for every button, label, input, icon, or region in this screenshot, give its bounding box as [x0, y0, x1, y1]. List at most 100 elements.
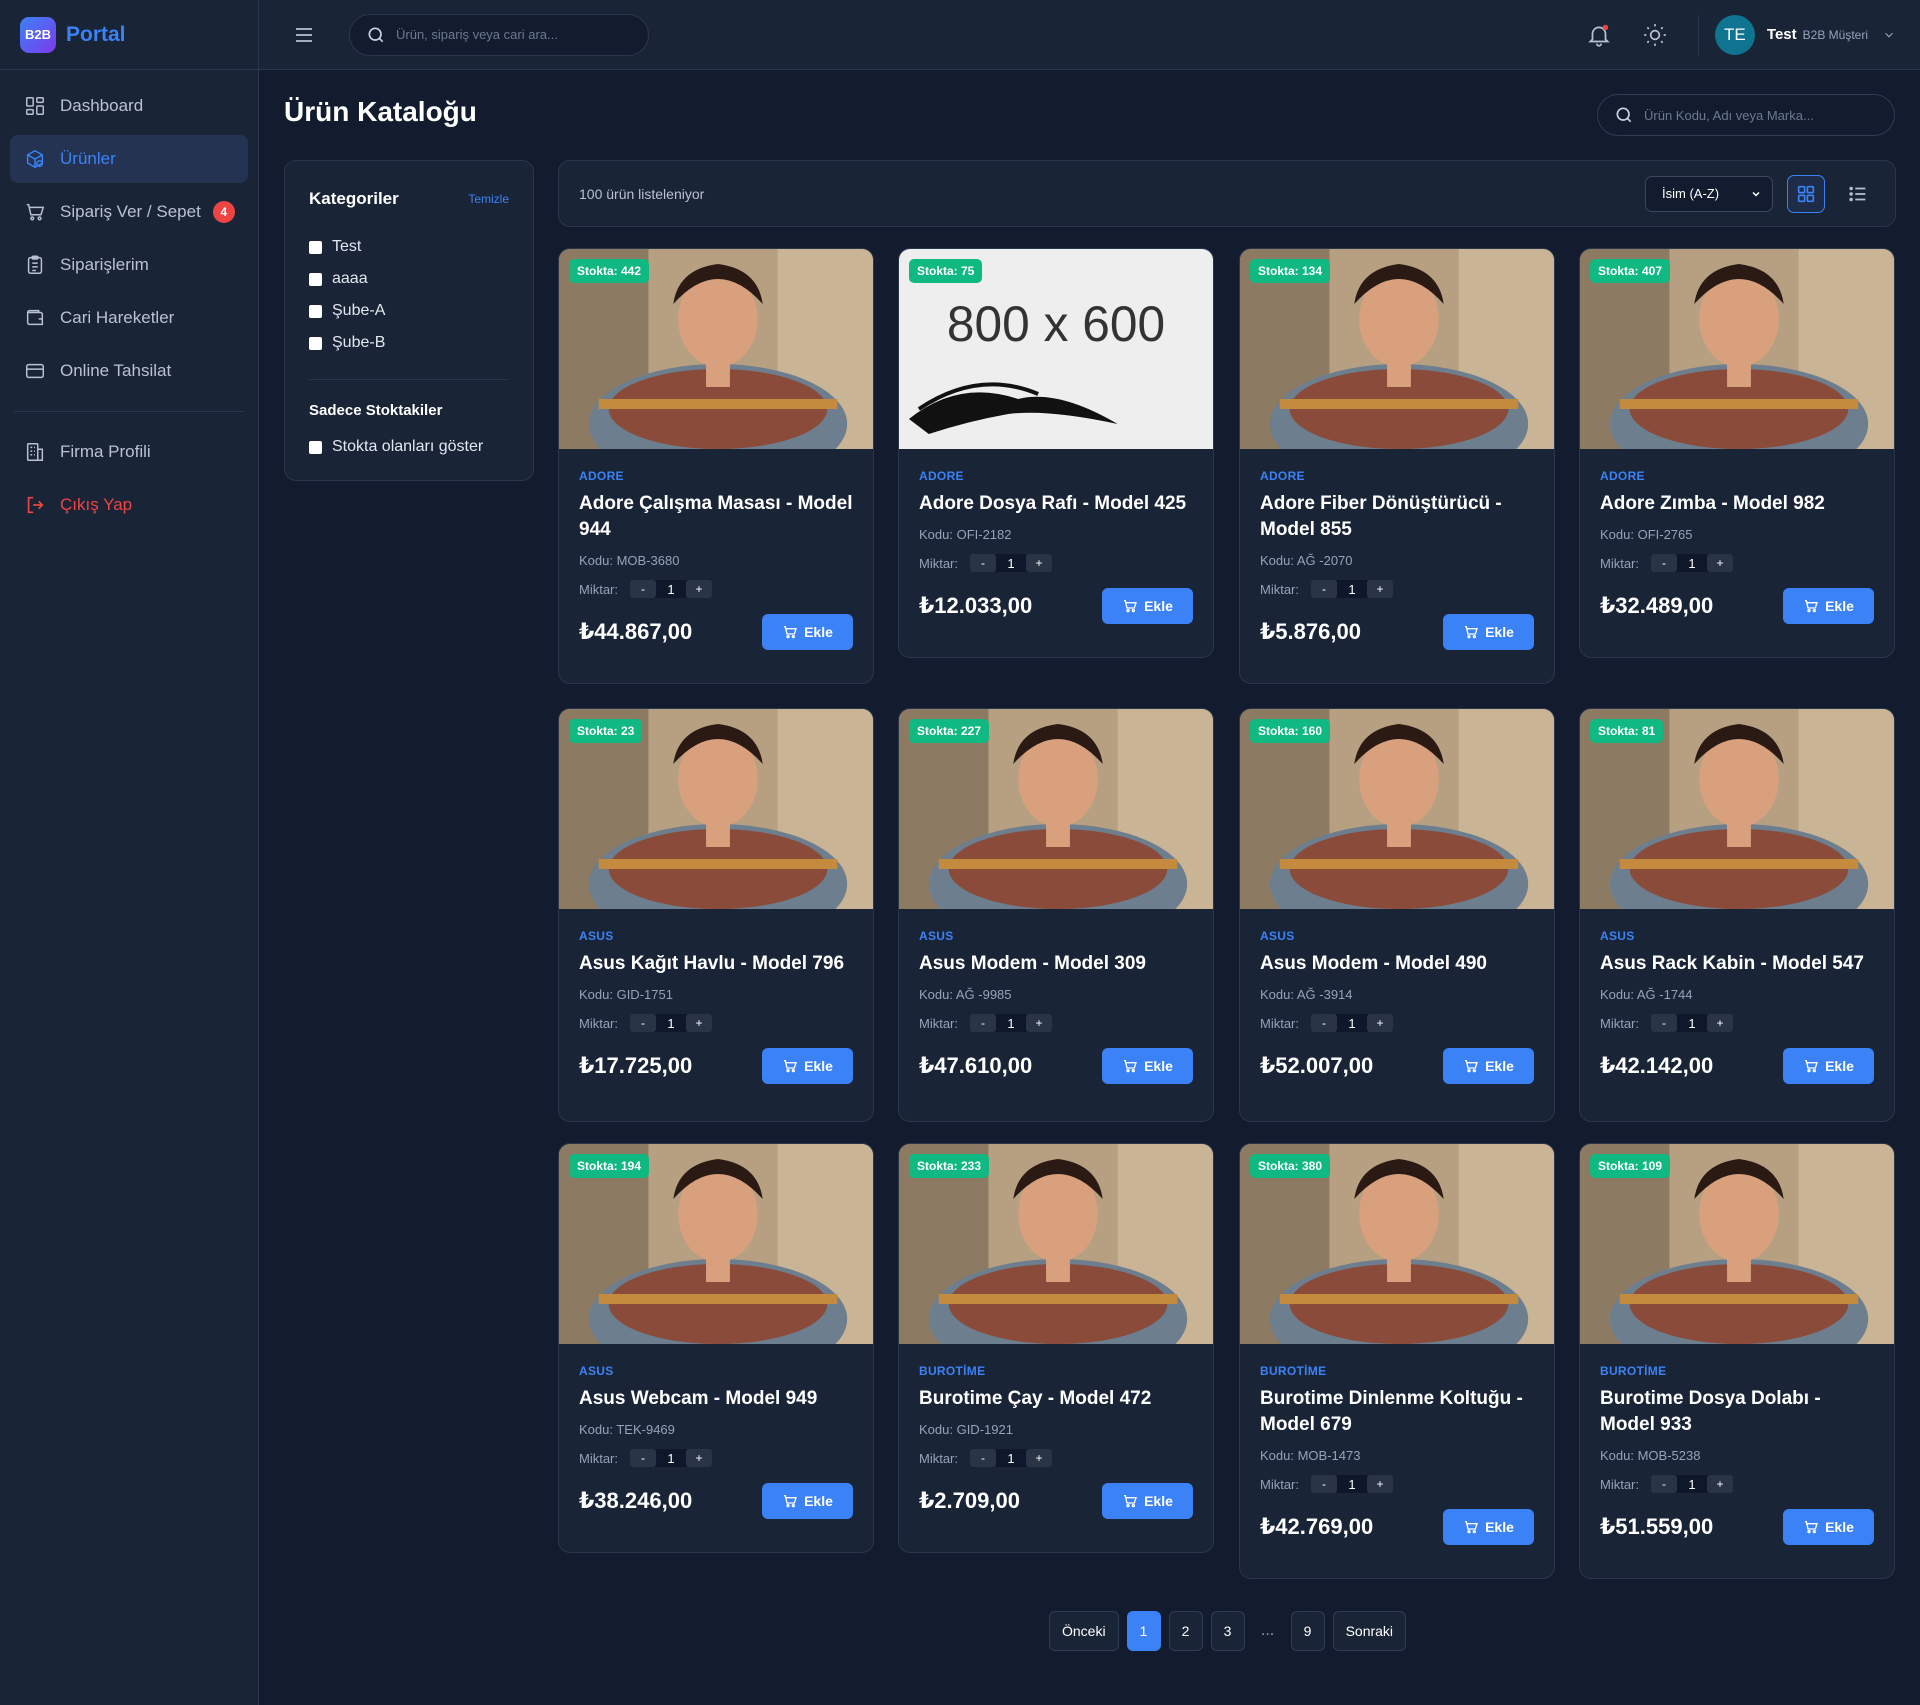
- add-to-cart-button[interactable]: Ekle: [1783, 588, 1874, 624]
- quantity-value[interactable]: 1: [1337, 1477, 1367, 1492]
- increment-button[interactable]: +: [686, 580, 712, 598]
- product-card[interactable]: Stokta: 380 BUROTİME Burotime Dinlenme Kol…: [1239, 1143, 1555, 1579]
- bell-icon[interactable]: [1586, 22, 1612, 48]
- product-card[interactable]: 800 x 600 Stokta: 75 ADORE Adore Dosya Rafı…: [898, 248, 1214, 658]
- decrement-button[interactable]: -: [1651, 1014, 1677, 1032]
- sun-icon[interactable]: [1642, 22, 1668, 48]
- increment-button[interactable]: +: [1707, 1014, 1733, 1032]
- product-name[interactable]: Burotime Çay - Model 472: [919, 1386, 1193, 1412]
- product-card[interactable]: Stokta: 81 ASUS Asus Rack Kabin - Model 54…: [1579, 708, 1895, 1122]
- sort-select[interactable]: İsim (A-Z): [1645, 175, 1773, 212]
- avatar[interactable]: TE: [1714, 14, 1755, 55]
- add-to-cart-button[interactable]: Ekle: [1783, 1509, 1874, 1545]
- product-card[interactable]: Stokta: 134 ADORE Adore Fiber Dönüştürücü …: [1239, 248, 1555, 684]
- quantity-stepper[interactable]: -1 +: [970, 1014, 1052, 1032]
- decrement-button[interactable]: -: [970, 1014, 996, 1032]
- menu-icon[interactable]: [289, 23, 319, 47]
- add-to-cart-button[interactable]: Ekle: [1443, 1048, 1534, 1084]
- add-to-cart-button[interactable]: Ekle: [1102, 1048, 1193, 1084]
- product-name[interactable]: Asus Modem - Model 309: [919, 951, 1193, 977]
- sidebar-item-products[interactable]: Ürünler: [10, 135, 248, 183]
- increment-button[interactable]: +: [1026, 1449, 1052, 1467]
- add-to-cart-button[interactable]: Ekle: [762, 1048, 853, 1084]
- decrement-button[interactable]: -: [630, 580, 656, 598]
- in-stock-checkbox[interactable]: Stokta olanları göster: [309, 431, 509, 463]
- decrement-button[interactable]: -: [630, 1449, 656, 1467]
- product-search-input[interactable]: Ürün Kodu, Adı veya Marka...: [1597, 94, 1895, 136]
- product-card[interactable]: Stokta: 194 ASUS Asus Webcam - Model 949 Ko…: [558, 1143, 874, 1553]
- product-image[interactable]: Stokta: 194: [559, 1144, 873, 1344]
- checkbox[interactable]: [309, 304, 322, 318]
- prev-page-button[interactable]: Önceki: [1049, 1611, 1119, 1651]
- quantity-stepper[interactable]: -1 +: [1651, 1014, 1733, 1032]
- quantity-value[interactable]: 1: [996, 1016, 1026, 1031]
- product-name[interactable]: Asus Webcam - Model 949: [579, 1386, 853, 1412]
- product-image[interactable]: Stokta: 23: [559, 709, 873, 909]
- category-checkbox[interactable]: Şube-A: [309, 295, 509, 327]
- quantity-value[interactable]: 1: [656, 1451, 686, 1466]
- page-button[interactable]: 3: [1210, 1611, 1245, 1651]
- product-card[interactable]: Stokta: 23 ASUS Asus Kağıt Havlu - Model 7…: [558, 708, 874, 1122]
- page-button[interactable]: 2: [1168, 1611, 1203, 1651]
- increment-button[interactable]: +: [686, 1014, 712, 1032]
- product-name[interactable]: Adore Zımba - Model 982: [1600, 491, 1874, 517]
- brand[interactable]: B2B Portal: [0, 0, 258, 70]
- increment-button[interactable]: +: [686, 1449, 712, 1467]
- global-search-input[interactable]: Ürün, sipariş veya cari ara...: [349, 13, 649, 56]
- quantity-value[interactable]: 1: [1337, 1016, 1367, 1031]
- increment-button[interactable]: +: [1707, 1475, 1733, 1493]
- increment-button[interactable]: +: [1367, 580, 1393, 598]
- decrement-button[interactable]: -: [970, 1449, 996, 1467]
- quantity-value[interactable]: 1: [1677, 1477, 1707, 1492]
- clear-filters-link[interactable]: Temizle: [468, 192, 509, 206]
- quantity-value[interactable]: 1: [1677, 556, 1707, 571]
- product-name[interactable]: Burotime Dosya Dolabı - Model 933: [1600, 1386, 1874, 1438]
- product-image[interactable]: Stokta: 160: [1240, 709, 1554, 909]
- list-view-button[interactable]: [1839, 175, 1877, 213]
- quantity-stepper[interactable]: -1 +: [970, 1449, 1052, 1467]
- increment-button[interactable]: +: [1707, 554, 1733, 572]
- sidebar-item-account-transactions[interactable]: Cari Hareketler: [10, 294, 248, 342]
- category-checkbox[interactable]: Şube-B: [309, 327, 509, 359]
- increment-button[interactable]: +: [1026, 1014, 1052, 1032]
- quantity-stepper[interactable]: -1 +: [970, 554, 1052, 572]
- product-card[interactable]: Stokta: 442 ADORE Adore Çalışma Masası - M…: [558, 248, 874, 684]
- quantity-value[interactable]: 1: [656, 582, 686, 597]
- category-checkbox[interactable]: Test: [309, 231, 509, 263]
- product-name[interactable]: Burotime Dinlenme Koltuğu - Model 679: [1260, 1386, 1534, 1438]
- product-image[interactable]: Stokta: 407: [1580, 249, 1894, 449]
- product-card[interactable]: Stokta: 109 BUROTİME Burotime Dosya Dolabı…: [1579, 1143, 1895, 1579]
- add-to-cart-button[interactable]: Ekle: [1443, 1509, 1534, 1545]
- quantity-stepper[interactable]: -1 +: [630, 580, 712, 598]
- product-card[interactable]: Stokta: 227 ASUS Asus Modem - Model 309 Kod…: [898, 708, 1214, 1122]
- product-name[interactable]: Asus Rack Kabin - Model 547: [1600, 951, 1874, 977]
- increment-button[interactable]: +: [1367, 1475, 1393, 1493]
- product-card[interactable]: Stokta: 160 ASUS Asus Modem - Model 490 Kod…: [1239, 708, 1555, 1122]
- add-to-cart-button[interactable]: Ekle: [762, 614, 853, 650]
- quantity-stepper[interactable]: -1 +: [1311, 1014, 1393, 1032]
- product-image[interactable]: Stokta: 233: [899, 1144, 1213, 1344]
- add-to-cart-button[interactable]: Ekle: [1102, 588, 1193, 624]
- quantity-stepper[interactable]: -1 +: [1651, 1475, 1733, 1493]
- chevron-down-icon[interactable]: [1882, 28, 1896, 42]
- page-button[interactable]: 9: [1290, 1611, 1325, 1651]
- next-page-button[interactable]: Sonraki: [1332, 1611, 1407, 1651]
- page-button[interactable]: 1: [1126, 1611, 1161, 1651]
- decrement-button[interactable]: -: [1651, 554, 1677, 572]
- sidebar-item-dashboard[interactable]: Dashboard: [10, 82, 248, 130]
- checkbox[interactable]: [309, 440, 322, 454]
- increment-button[interactable]: +: [1026, 554, 1052, 572]
- add-to-cart-button[interactable]: Ekle: [1443, 614, 1534, 650]
- sidebar-item-online-payment[interactable]: Online Tahsilat: [10, 347, 248, 395]
- quantity-stepper[interactable]: -1 +: [630, 1449, 712, 1467]
- add-to-cart-button[interactable]: Ekle: [1102, 1483, 1193, 1519]
- sidebar-item-cart[interactable]: Sipariş Ver / Sepet 4: [10, 188, 248, 236]
- product-name[interactable]: Adore Dosya Rafı - Model 425: [919, 491, 1193, 517]
- quantity-stepper[interactable]: -1 +: [1311, 1475, 1393, 1493]
- quantity-value[interactable]: 1: [1677, 1016, 1707, 1031]
- decrement-button[interactable]: -: [970, 554, 996, 572]
- product-image[interactable]: Stokta: 380: [1240, 1144, 1554, 1344]
- checkbox[interactable]: [309, 240, 322, 254]
- product-name[interactable]: Asus Modem - Model 490: [1260, 951, 1534, 977]
- decrement-button[interactable]: -: [1651, 1475, 1677, 1493]
